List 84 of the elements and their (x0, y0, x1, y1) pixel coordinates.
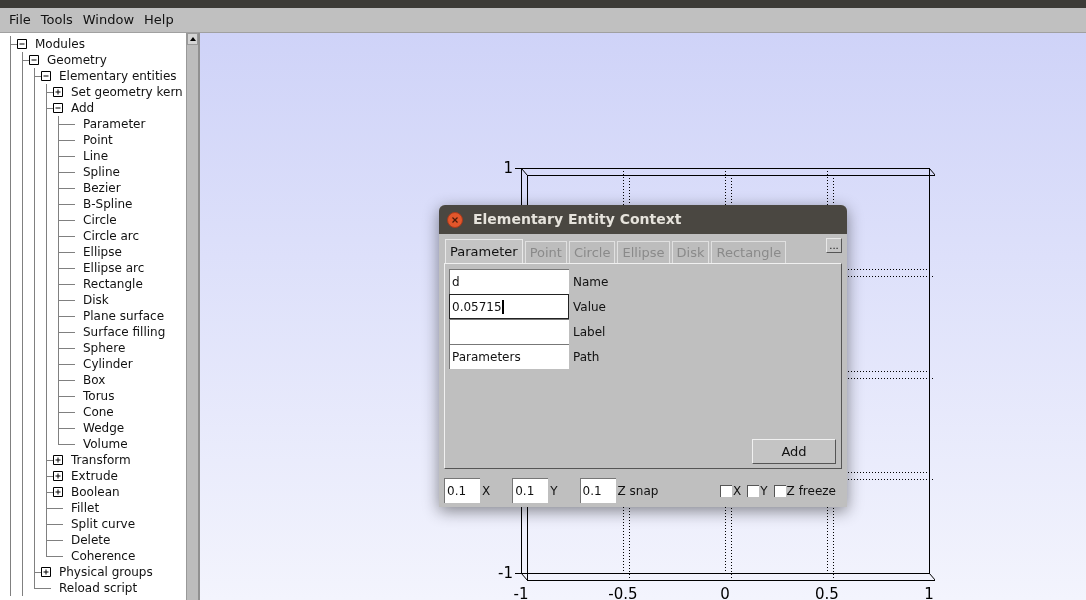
axis-tick-label: -0.5 (607, 585, 639, 600)
tree-item[interactable]: Set geometry kern (71, 84, 183, 100)
checkbox[interactable] (747, 484, 760, 497)
tree-item[interactable]: Line (83, 148, 108, 164)
tree-item[interactable]: Rectangle (83, 276, 143, 292)
tree-item[interactable]: Plane surface (83, 308, 165, 324)
tree-item[interactable]: Ellipse (83, 244, 122, 260)
tree-item[interactable]: Add (71, 100, 95, 116)
menu-item[interactable]: Tools (35, 10, 78, 30)
tree-item[interactable]: Point (83, 132, 113, 148)
input-field[interactable]: 0.05715 (449, 294, 569, 319)
tree-item[interactable]: Cylinder (83, 356, 133, 372)
input-field[interactable]: 0.1 (579, 478, 616, 503)
collapse-icon[interactable] (41, 71, 51, 81)
tree-item[interactable]: B-Spline (83, 196, 133, 212)
up-arrow-icon[interactable] (189, 37, 196, 41)
tree-item[interactable]: Circle (83, 212, 117, 228)
tree-item[interactable]: Ellipse arc (83, 260, 145, 276)
axis-tick-label: 1 (502, 159, 513, 177)
expand-icon[interactable] (53, 455, 63, 465)
tree-item[interactable]: Extrude (71, 468, 118, 484)
expand-icon[interactable] (53, 87, 63, 97)
expand-icon[interactable] (53, 487, 63, 497)
checkbox[interactable] (773, 484, 786, 497)
menu-item[interactable]: File (4, 10, 36, 30)
scrollbar[interactable] (186, 33, 198, 600)
tree-item[interactable]: Transform (71, 452, 131, 468)
tree-item[interactable]: Parameter (83, 116, 146, 132)
field-label: X (482, 482, 491, 500)
input-field[interactable]: Parameters (449, 344, 569, 369)
close-icon[interactable] (452, 216, 458, 223)
tree-item[interactable]: Circle arc (83, 228, 140, 244)
tree-item[interactable]: Spline (83, 164, 120, 180)
tree-item[interactable]: Surface filling (83, 324, 166, 340)
axis-tick-label: 0.5 (814, 585, 840, 600)
input-field[interactable]: 0.1 (512, 478, 549, 503)
collapse-icon[interactable] (53, 103, 63, 113)
collapse-icon[interactable] (17, 39, 27, 49)
close-button[interactable] (447, 211, 463, 228)
tree-item[interactable]: Split curve (71, 516, 136, 532)
axis-tick-label: -1 (512, 585, 530, 600)
tab[interactable]: Parameter (445, 239, 523, 264)
add-button[interactable]: Add (752, 439, 836, 464)
tree-item[interactable]: Reload script (59, 580, 138, 596)
field-label: Y (550, 482, 558, 500)
input-field[interactable] (449, 319, 569, 344)
axis-tick-label: -1 (497, 564, 513, 582)
input-field[interactable]: d (449, 269, 569, 294)
expand-icon[interactable] (53, 471, 63, 481)
tree-item[interactable]: Coherence (71, 548, 136, 564)
collapse-icon[interactable] (29, 55, 39, 65)
checkbox-label: Z freeze (786, 482, 836, 500)
tree-item[interactable]: Box (83, 372, 106, 388)
tree-item[interactable]: Disk (83, 292, 109, 308)
tree-item[interactable]: Bezier (83, 180, 121, 196)
field-label: Path (573, 348, 600, 366)
dialog-title: Elementary Entity Context (473, 210, 682, 229)
tree-item[interactable]: Elementary entities (59, 68, 177, 84)
menu-item[interactable]: Help (139, 10, 179, 30)
menu-item[interactable]: Window (77, 10, 140, 30)
axis-tick-label: 0 (719, 585, 731, 600)
field-label: Value (573, 298, 606, 316)
tree-item[interactable]: Sphere (83, 340, 126, 356)
tree-item[interactable]: Physical groups (59, 564, 153, 580)
tree-item[interactable]: Wedge (83, 420, 125, 436)
field-label: Label (573, 323, 606, 341)
tree-item[interactable]: Volume (83, 436, 128, 452)
tree-item[interactable]: Boolean (71, 484, 120, 500)
field-label: Name (573, 273, 609, 291)
tree-item[interactable]: Delete (71, 532, 111, 548)
field-label: Z snap (617, 482, 659, 500)
tree-item[interactable]: Torus (83, 388, 115, 404)
checkbox[interactable] (720, 484, 733, 497)
checkbox-label: X (733, 482, 742, 500)
tree-item[interactable]: Modules (35, 36, 85, 52)
checkbox-label: Y (760, 482, 768, 500)
expand-icon[interactable] (41, 567, 51, 577)
tree-item[interactable]: Geometry (47, 52, 107, 68)
input-field[interactable]: 0.1 (444, 478, 480, 503)
tree-item[interactable]: Fillet (71, 500, 100, 516)
axis-tick-label: 1 (923, 585, 935, 600)
more-button[interactable]: ... (826, 238, 842, 253)
text-cursor (501, 299, 504, 314)
tree-item[interactable]: Cone (83, 404, 114, 420)
